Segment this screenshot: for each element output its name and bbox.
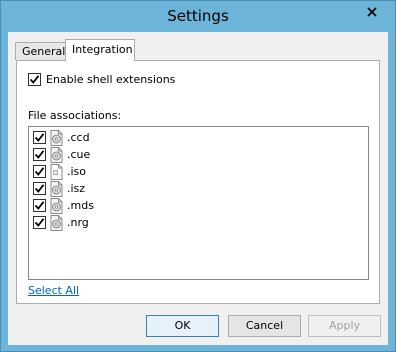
file-extension-label: .ccd: [67, 131, 90, 144]
title-bar[interactable]: Settings: [1, 1, 395, 32]
file-type-checkbox[interactable]: [33, 216, 46, 229]
checkmark-icon: [34, 218, 45, 227]
tab-general[interactable]: General: [15, 42, 67, 60]
window-title: Settings: [167, 7, 229, 25]
file-extension-label: .nrg: [67, 216, 89, 229]
dialog-client-area: General Integration Enable shell extensi…: [8, 32, 388, 345]
disc-image-icon: [50, 198, 63, 214]
ok-button[interactable]: OK: [146, 315, 219, 337]
checkmark-icon: [34, 184, 45, 193]
file-type-checkbox[interactable]: [33, 199, 46, 212]
checkmark-icon: [34, 201, 45, 210]
file-type-checkbox[interactable]: [33, 148, 46, 161]
file-extension-label: .cue: [67, 148, 91, 161]
file-extension-label: .mds: [67, 199, 94, 212]
checkmark-icon: [29, 75, 40, 84]
integration-panel: Enable shell extensions File association…: [16, 60, 380, 304]
disc-image-icon: [50, 147, 63, 163]
document-icon: [50, 164, 63, 180]
file-extension-label: .iso: [67, 165, 87, 178]
select-all-link[interactable]: Select All: [28, 284, 79, 297]
shell-extensions-checkbox[interactable]: [28, 73, 41, 86]
apply-button[interactable]: Apply: [308, 315, 381, 337]
cancel-button[interactable]: Cancel: [228, 315, 301, 337]
close-icon: [367, 6, 377, 17]
file-associations-label: File associations:: [28, 109, 122, 122]
shell-extensions-label: Enable shell extensions: [46, 73, 176, 86]
file-type-checkbox[interactable]: [33, 182, 46, 195]
file-type-checkbox[interactable]: [33, 165, 46, 178]
disc-image-icon: [50, 130, 63, 146]
checkmark-icon: [34, 150, 45, 159]
file-extension-label: .isz: [67, 182, 86, 195]
checkmark-icon: [34, 133, 45, 142]
file-associations-list[interactable]: .ccd .cue .iso .isz .mds .nrg: [28, 126, 369, 280]
checkmark-icon: [34, 167, 45, 176]
close-button[interactable]: [355, 1, 389, 22]
file-type-checkbox[interactable]: [33, 131, 46, 144]
disc-image-icon: [50, 215, 63, 231]
disc-image-icon: [50, 181, 63, 197]
settings-window: Settings General Integration Enable shel…: [0, 0, 396, 352]
tab-integration[interactable]: Integration: [65, 39, 135, 61]
